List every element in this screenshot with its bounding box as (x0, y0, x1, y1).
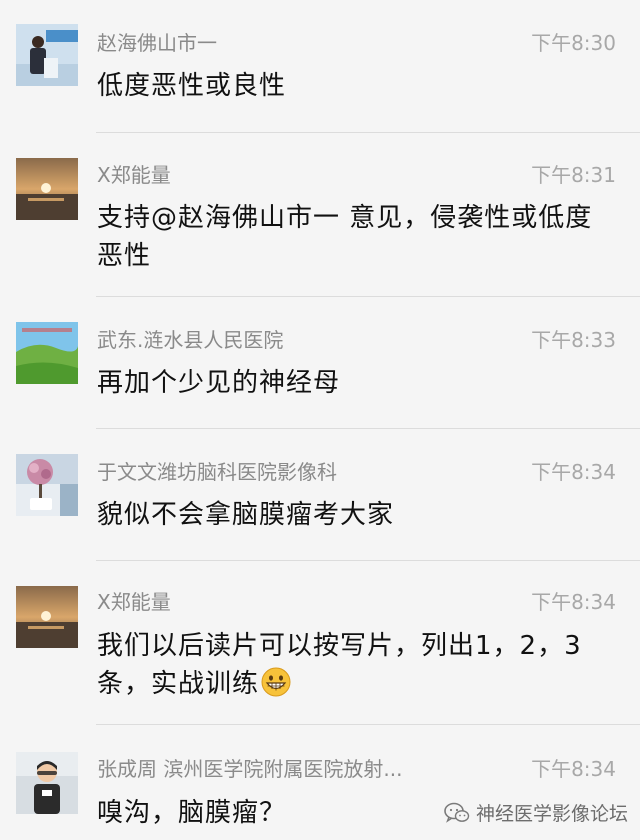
chat-message[interactable]: 武东.涟水县人民医院 下午8:33 再加个少见的神经母 (0, 297, 640, 428)
message-text-line: 条，实战训练 (97, 665, 617, 703)
message-text[interactable]: 低度恶性或良性 (97, 67, 617, 105)
message-time: 下午8:34 (531, 590, 616, 614)
sender-name: 张成周 滨州医学院附属医院放射... (97, 757, 403, 781)
message-text-line: 再加个少见的神经母 (97, 368, 341, 398)
child-photo-icon (16, 752, 78, 814)
sunset-photo-avatar[interactable] (16, 158, 78, 220)
child-photo-avatar[interactable] (16, 752, 78, 814)
watermark: 神经医学影像论坛 (444, 799, 628, 826)
flower-tree-photo-icon (16, 454, 78, 516)
landscape-photo-icon (16, 322, 78, 384)
sunset-photo-icon (16, 586, 78, 648)
chat-message[interactable]: X郑能量 下午8:34 我们以后读片可以按写片，列出1，2，3 条，实战训练 (0, 561, 640, 724)
message-text-line: 貌似不会拿脑膜瘤考大家 (97, 500, 395, 530)
message-text[interactable]: 支持@赵海佛山市一 意见，侵袭性或低度 恶性 (97, 199, 617, 275)
sender-name: 于文文潍坊脑科医院影像科 (97, 460, 337, 484)
message-text-line: 支持@赵海佛山市一 意见，侵袭性或低度 (97, 203, 593, 233)
message-text[interactable]: 貌似不会拿脑膜瘤考大家 (97, 496, 617, 534)
message-text-line: 低度恶性或良性 (97, 71, 287, 101)
grinning-face-icon (261, 667, 291, 697)
wechat-icon (444, 802, 470, 823)
speaker-photo-avatar[interactable] (16, 24, 78, 86)
sunset-photo-icon (16, 158, 78, 220)
sender-name: 赵海佛山市一 (97, 31, 217, 55)
message-text[interactable]: 再加个少见的神经母 (97, 364, 617, 402)
chat-message[interactable]: X郑能量 下午8:31 支持@赵海佛山市一 意见，侵袭性或低度 恶性 (0, 133, 640, 296)
message-time: 下午8:34 (531, 757, 616, 781)
sunset-photo-avatar[interactable] (16, 586, 78, 648)
message-time: 下午8:30 (531, 31, 616, 55)
flower-tree-photo-avatar[interactable] (16, 454, 78, 516)
message-time: 下午8:34 (531, 460, 616, 484)
message-text-line: 恶性 (97, 241, 152, 271)
chat-message[interactable]: 赵海佛山市一 下午8:30 低度恶性或良性 (0, 0, 640, 133)
chat-message[interactable]: 于文文潍坊脑科医院影像科 下午8:34 貌似不会拿脑膜瘤考大家 (0, 429, 640, 560)
sender-name: X郑能量 (97, 163, 171, 187)
message-text-line: 我们以后读片可以按写片，列出1，2，3 (97, 631, 582, 661)
message-time: 下午8:33 (531, 328, 616, 352)
sender-name: 武东.涟水县人民医院 (97, 328, 284, 352)
chat-message-list[interactable]: 赵海佛山市一 下午8:30 低度恶性或良性 X郑能量 下午8:31 支持@赵海佛… (0, 0, 640, 840)
message-time: 下午8:31 (531, 163, 616, 187)
sender-name: X郑能量 (97, 590, 171, 614)
message-text[interactable]: 我们以后读片可以按写片，列出1，2，3 条，实战训练 (97, 627, 617, 703)
watermark-label: 神经医学影像论坛 (475, 803, 628, 825)
message-text-fragment: 条，实战训练 (97, 669, 260, 699)
landscape-photo-avatar[interactable] (16, 322, 78, 384)
speaker-photo-icon (16, 24, 78, 86)
